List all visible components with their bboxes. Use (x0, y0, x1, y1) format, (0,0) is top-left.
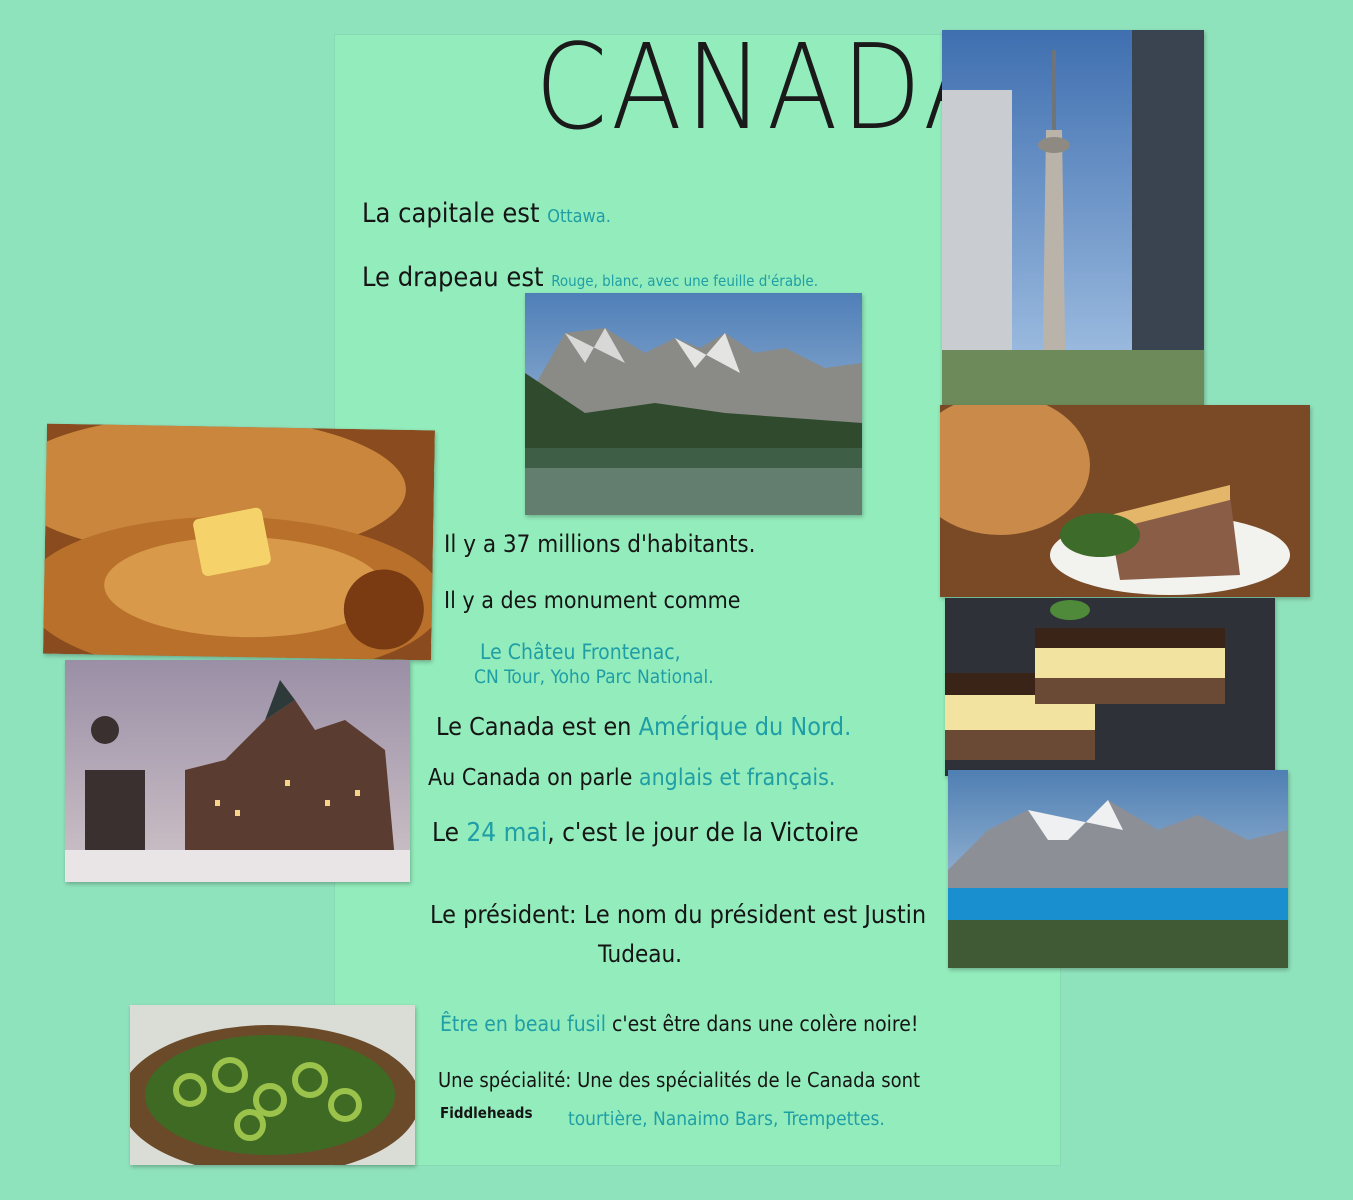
specialty-line1: Une des spécialités de le Canada sont (577, 1068, 921, 1092)
continent-line: Le Canada est en Amérique du Nord. (436, 712, 851, 741)
continent-label: Le Canada est en (436, 712, 632, 741)
president-line2: Tudeau. (598, 940, 682, 968)
fiddleheads-photo (130, 1005, 415, 1165)
capital-value: Ottawa. (547, 206, 611, 227)
president-line1: Le nom du président est Justin (583, 900, 927, 929)
nanaimo-bars-photo (945, 598, 1275, 776)
expression-meaning: c'est être dans une colère noire! (612, 1012, 919, 1036)
languages-line: Au Canada on parle anglais et français. (428, 765, 836, 791)
languages-label: Au Canada on parle (428, 765, 633, 791)
capital-line: La capitale est Ottawa. (362, 198, 611, 229)
specialty-items: tourtière, Nanaimo Bars, Trempettes. (568, 1108, 885, 1130)
languages-value: anglais et français. (638, 765, 836, 791)
population-line: Il y a 37 millions d'habitants. (444, 530, 756, 558)
holiday-line: Le 24 mai, c'est le jour de la Victoire (432, 818, 859, 848)
holiday-post: , c'est le jour de la Victoire (547, 818, 859, 848)
holiday-date: 24 mai (466, 818, 548, 848)
monuments-line1: Le Châteu Frontenac, (480, 640, 681, 664)
monuments-label: Il y a des monument comme (444, 588, 741, 614)
mountain-lake-photo (525, 293, 862, 515)
flag-label: Le drapeau est (362, 262, 544, 293)
continent-value: Amérique du Nord. (638, 712, 852, 741)
holiday-pre: Le (432, 818, 459, 848)
specialty-prefix: Fiddleheads (440, 1104, 533, 1122)
expression-phrase: Être en beau fusil (440, 1012, 607, 1036)
specialty-line: Une spécialité: Une des spécialités de l… (438, 1068, 920, 1092)
monuments-line2: CN Tour, Yoho Parc National. (474, 666, 714, 688)
pancakes-photo (43, 423, 435, 661)
expression-line: Être en beau fusil c'est être dans une c… (440, 1012, 918, 1036)
chateau-frontenac-photo (65, 660, 410, 882)
lake-ohara-photo (948, 770, 1288, 968)
specialty-label: Une spécialité: (438, 1068, 572, 1092)
flag-value: Rouge, blanc, avec une feuille d'érable. (551, 272, 819, 290)
president-label: Le président: (430, 900, 577, 929)
cn-tower-photo (942, 30, 1204, 408)
capital-label: La capitale est (362, 198, 540, 229)
poster-title: CANADA (535, 18, 998, 156)
tourtiere-photo (940, 405, 1310, 597)
flag-line: Le drapeau est Rouge, blanc, avec une fe… (362, 262, 818, 293)
president-line: Le président: Le nom du président est Ju… (430, 900, 926, 929)
